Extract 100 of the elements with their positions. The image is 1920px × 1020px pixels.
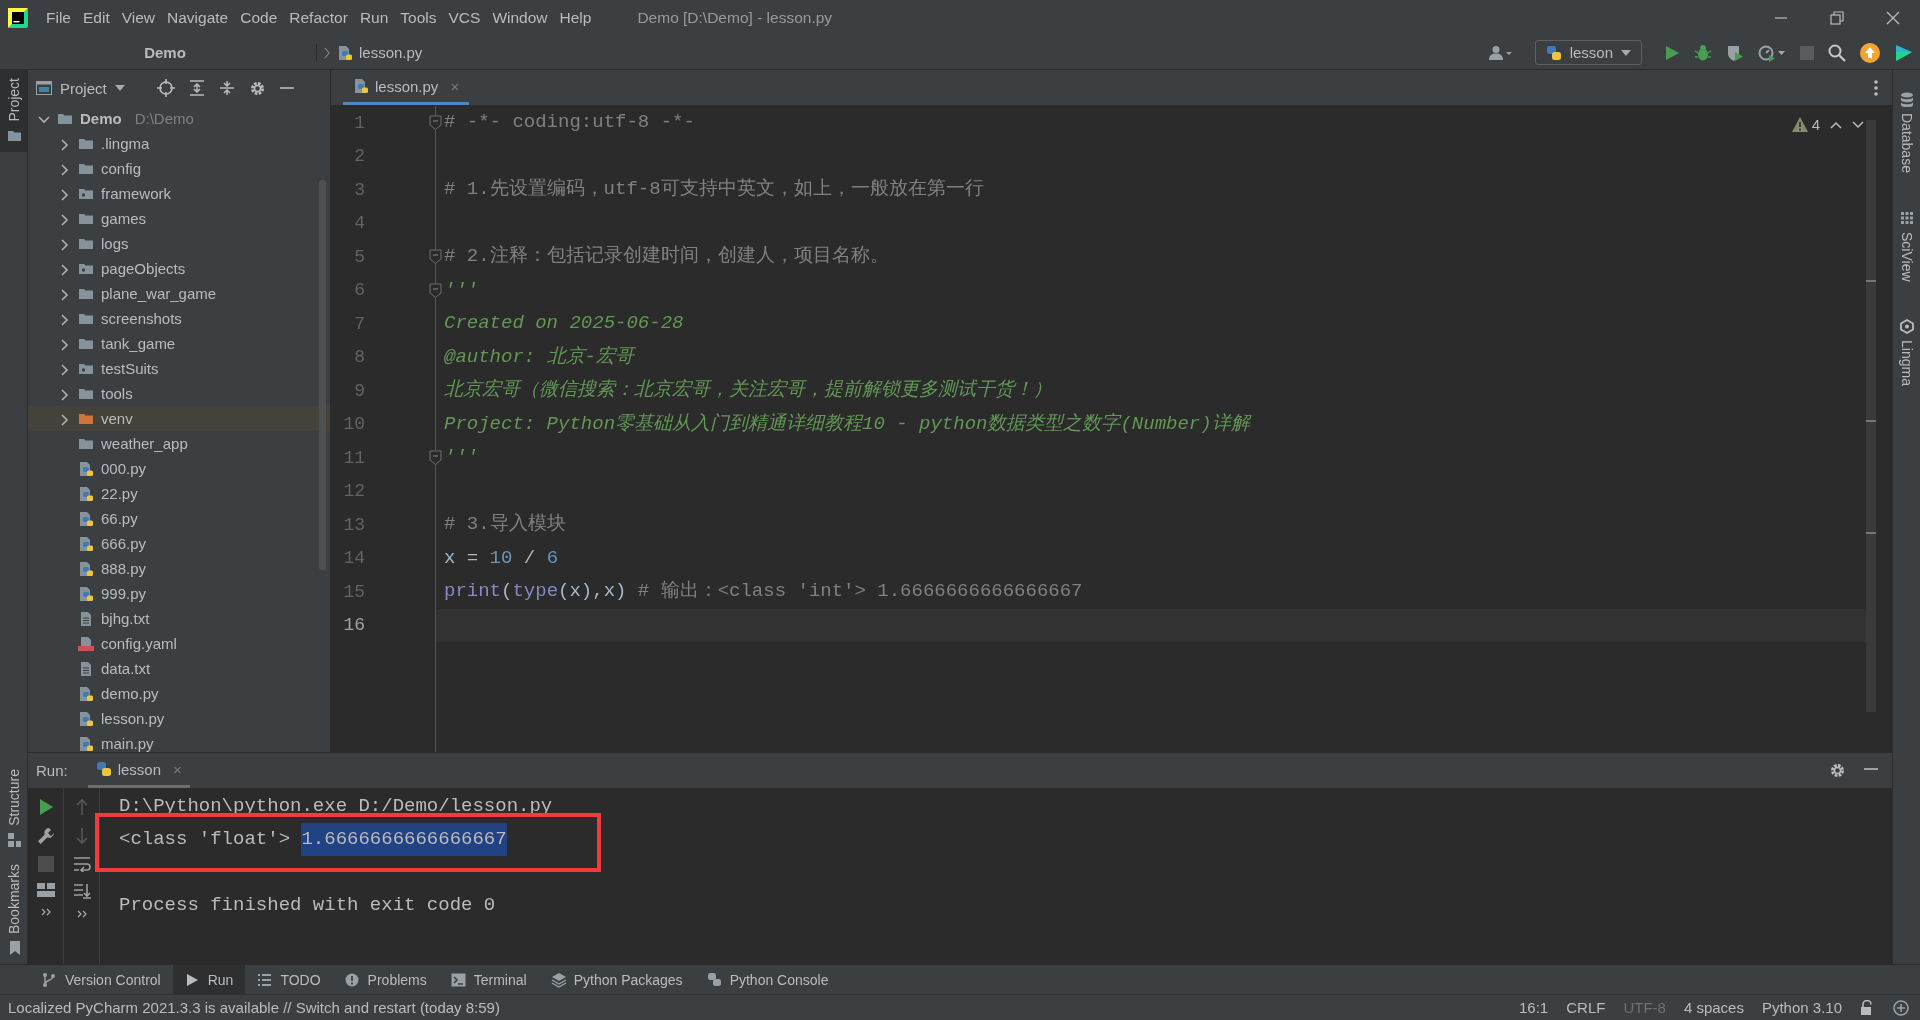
app-logo-icon[interactable] [8,8,28,28]
tool-window-tab[interactable]: TODO [245,965,333,994]
code-line: # -*- coding:utf-8 -*- [443,110,695,135]
breadcrumb-item[interactable]: lesson.py [337,44,423,61]
panel-title-dropdown[interactable]: Project [36,79,125,97]
user-icon[interactable] [1488,44,1513,61]
menu-item[interactable]: Tools [394,7,443,29]
tool-window-tab[interactable]: Python Packages [538,965,695,994]
run-icon[interactable] [1664,44,1680,61]
menu-item[interactable]: Navigate [161,7,235,29]
python-icon [706,971,723,988]
menu-item[interactable]: VCS [442,7,487,29]
tool-window-tab[interactable]: Problems [332,965,439,994]
menu-item[interactable]: Edit [77,7,116,29]
tool-window-tab[interactable]: Structure [0,761,27,856]
tool-window-tab[interactable]: Database [1893,84,1920,181]
tool-window-tab[interactable]: Lingma [1893,311,1920,395]
expand-all-icon[interactable] [188,80,205,96]
tree-item[interactable]: .lingma [28,131,330,156]
tool-window-tab[interactable]: Run [172,965,246,994]
line-number: 10 [342,414,365,435]
tree-item[interactable]: bjhg.txt [28,606,330,631]
menu-item[interactable]: Run [353,7,395,29]
coverage-icon[interactable] [1726,43,1744,62]
warning-count[interactable]: 4 [1791,116,1820,133]
menu-item[interactable]: Help [553,7,598,29]
chevron-up-icon[interactable] [1830,120,1842,129]
tree-item[interactable]: plane_war_game [28,281,330,306]
run-icon[interactable] [37,798,54,816]
tree-item[interactable]: framework [28,181,330,206]
menu-item[interactable]: View [115,7,162,29]
python-file-icon [78,560,94,577]
code-line: Project: Python零基础从入门到精通详细教程10 - python数据类型之数字(Number)详解 [443,411,1250,437]
exclamation-circle-icon [344,971,361,988]
caret-icon [114,85,125,91]
menu-item[interactable]: Refactor [283,7,354,29]
layout-icon[interactable] [36,883,55,897]
output-text: Process finished with exit code 0 [119,893,496,918]
tree-item[interactable]: demo.py [28,681,330,706]
run-config-dropdown[interactable]: lesson [1534,40,1642,65]
tree-item[interactable]: screenshots [28,306,330,331]
wrench-icon[interactable] [36,827,55,845]
close-icon[interactable] [1886,11,1900,25]
tool-window-tab[interactable]: Project [0,70,27,152]
database-icon [1899,92,1914,107]
tree-item[interactable]: tank_game [28,331,330,356]
tree-item[interactable]: games [28,206,330,231]
tool-window-tab[interactable]: SciView [1893,202,1920,290]
tree-item[interactable]: Demo D:\Demo [28,106,330,131]
status-item[interactable]: 16:1 [1519,999,1549,1016]
double-chevron-icon[interactable] [40,908,51,916]
line-number: 8 [353,347,365,368]
bug-icon[interactable] [1694,43,1712,62]
tree-item[interactable]: tools [28,381,330,406]
python-file-icon [353,78,369,94]
status-item[interactable]: 4 spaces [1683,999,1744,1016]
line-number: 15 [342,581,365,602]
menu-item[interactable]: Window [486,7,554,29]
settings-icon[interactable] [248,79,266,97]
tree-item[interactable]: data.txt [28,656,330,681]
tree-item[interactable]: config [28,156,330,181]
locate-icon[interactable] [156,79,175,97]
more-icon[interactable] [1874,79,1878,96]
python-file-icon [78,460,94,477]
status-item[interactable]: CRLF [1566,999,1606,1016]
chevron-down-icon[interactable] [1852,120,1864,129]
settings-icon[interactable] [1829,762,1846,779]
code-line: Created on 2025-06-28 [443,311,684,336]
menu-item[interactable]: Code [234,7,284,29]
breadcrumb-item[interactable]: Demo [14,44,317,61]
tree-item[interactable]: config.yaml [28,631,330,656]
python-file-icon [337,44,353,61]
update-icon[interactable] [1860,42,1880,63]
tool-window-tab[interactable]: Terminal [438,965,539,994]
python-file-icon [78,510,94,527]
collapse-all-icon[interactable] [218,80,235,96]
tree-item[interactable]: main.py [28,731,330,752]
tree-item[interactable]: lesson.py [28,706,330,731]
tool-window-tab[interactable]: Python Console [694,965,841,994]
line-number: 7 [353,313,365,334]
restore-icon[interactable] [1830,11,1844,25]
status-message[interactable]: Localized PyCharm 2021.3.3 is available // Switch and restart (today 8:59) [8,999,500,1016]
tool-window-tab[interactable]: Version Control [30,965,173,994]
code-line: print(type(x),x) # 输出：<class 'int'> 1.6666666666666667 [443,579,1083,604]
lock-icon[interactable] [1860,999,1874,1016]
status-item[interactable]: Python 3.10 [1761,999,1842,1016]
tree-item[interactable]: weather_app [28,431,330,456]
scroll-to-end-icon[interactable] [72,883,91,899]
tree-item[interactable]: logs [28,231,330,256]
tree-item[interactable]: 999.py [28,581,330,606]
profiler-icon[interactable] [1758,43,1786,62]
soft-wrap-icon[interactable] [72,856,91,872]
tree-item[interactable]: pageObjects [28,256,330,281]
project-path: D:\Demo [134,110,194,127]
search-icon[interactable] [1828,43,1846,62]
tree-item[interactable]: testSuits [28,356,330,381]
tree-item[interactable]: venv [28,406,330,431]
double-chevron-icon[interactable] [76,910,87,918]
tool-window-tab[interactable]: Bookmarks [0,855,27,964]
menu-item[interactable]: File [40,7,77,29]
